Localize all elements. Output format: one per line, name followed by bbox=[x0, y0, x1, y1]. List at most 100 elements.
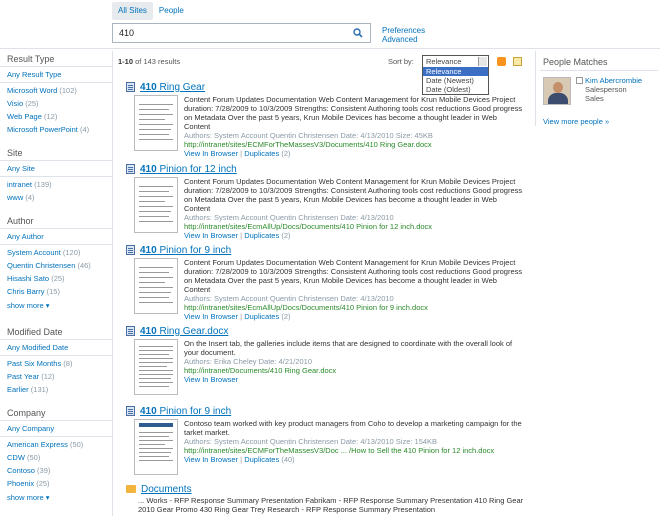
result-thumbnail[interactable] bbox=[134, 177, 178, 233]
search-input[interactable] bbox=[113, 24, 349, 42]
result-url[interactable]: http://intranet/sites/EcmAllUp/Docs/Docu… bbox=[184, 222, 524, 231]
refine-company: Company Any Company American Express (50… bbox=[0, 405, 112, 506]
result-url[interactable]: http://intranet/sites/ECMForTheMassesV3/… bbox=[184, 446, 524, 455]
view-in-browser-link[interactable]: View In Browser bbox=[184, 375, 238, 384]
refine-label: Chris Barry bbox=[7, 287, 45, 296]
result-thumbnail[interactable] bbox=[134, 258, 178, 314]
refine-item[interactable]: Phoenix (25) bbox=[0, 476, 112, 489]
sort-option-relevance[interactable]: Relevance bbox=[423, 67, 488, 76]
view-in-browser-link[interactable]: View In Browser bbox=[184, 231, 238, 240]
refine-item[interactable]: CDW (50) bbox=[0, 450, 112, 463]
person-name-link[interactable]: Kim Abercrombie bbox=[576, 76, 642, 85]
refine-label: Visio bbox=[7, 99, 24, 108]
refine-item[interactable]: Visio (25) bbox=[0, 96, 112, 109]
result-header: 410 Ring Gear bbox=[126, 81, 526, 93]
duplicates-link[interactable]: Duplicates bbox=[244, 312, 279, 321]
person-role: Salesperson bbox=[585, 85, 627, 94]
top-bar: All Sites People Preferences Advanced bbox=[0, 0, 660, 50]
refine-item[interactable]: intranet (139) bbox=[0, 177, 112, 190]
result-body: Content Forum Updates Documentation Web … bbox=[184, 95, 524, 158]
result-thumbnail[interactable] bbox=[134, 339, 178, 395]
refine-item[interactable]: Earlier (131) bbox=[0, 382, 112, 395]
view-in-browser-link[interactable]: View In Browser bbox=[184, 312, 238, 321]
search-button[interactable] bbox=[349, 24, 367, 42]
refine-item[interactable]: Chris Barry (15) bbox=[0, 284, 112, 297]
result-title-text: Pinion for 9 inch bbox=[156, 244, 232, 256]
refine-item[interactable]: Hisashi Sato (25) bbox=[0, 271, 112, 284]
result-meta: Authors: System Account Quentin Christen… bbox=[184, 437, 438, 446]
refine-item[interactable]: Past Six Months (8) bbox=[0, 356, 112, 369]
word-doc-icon bbox=[126, 326, 135, 336]
result-thumbnail[interactable] bbox=[134, 95, 178, 151]
result-header: 410 Ring Gear.docx bbox=[126, 325, 526, 337]
presence-checkbox[interactable] bbox=[576, 77, 583, 84]
refine-item[interactable]: System Account (120) bbox=[0, 245, 112, 258]
refine-count: (46) bbox=[77, 261, 91, 270]
refine-item[interactable]: www (4) bbox=[0, 190, 112, 203]
refine-label: Phoenix bbox=[7, 479, 35, 488]
show-more-authors[interactable]: show more ▾ bbox=[0, 297, 112, 314]
refine-label: Earlier bbox=[7, 385, 29, 394]
result-title-link[interactable]: 410 Pinion for 9 inch bbox=[140, 245, 231, 256]
avatar[interactable] bbox=[543, 77, 571, 105]
refine-any-modified-date[interactable]: Any Modified Date bbox=[0, 340, 112, 356]
result-url[interactable]: http://intranet/Documents/410 Ring Gear.… bbox=[184, 366, 524, 375]
refine-label: Contoso bbox=[7, 466, 35, 475]
refine-count: (4) bbox=[79, 125, 90, 134]
result-title-highlight: 410 bbox=[140, 405, 157, 417]
sort-selected[interactable]: Relevance bbox=[423, 56, 488, 67]
refine-item[interactable]: American Express (50) bbox=[0, 437, 112, 450]
result-actions: View In Browser | Duplicates (2) bbox=[184, 312, 291, 321]
result-title-link[interactable]: Documents bbox=[141, 484, 192, 495]
refine-label: Microsoft PowerPoint bbox=[7, 125, 78, 134]
result-title-link[interactable]: 410 Pinion for 12 inch bbox=[140, 164, 237, 175]
refine-author: Author Any Author System Account (120) Q… bbox=[0, 213, 112, 314]
search-result: 410 Pinion for 12 inch Content Forum Upd… bbox=[126, 163, 526, 240]
people-matches-title: People Matches bbox=[540, 51, 658, 71]
result-header: 410 Pinion for 9 inch bbox=[126, 405, 526, 417]
alert-icon[interactable] bbox=[513, 57, 522, 66]
advanced-link[interactable]: Advanced bbox=[382, 35, 425, 44]
chevron-down-icon: ▾ bbox=[45, 301, 50, 310]
refine-count: (139) bbox=[34, 180, 52, 189]
preferences-link[interactable]: Preferences bbox=[382, 26, 425, 35]
word-doc-icon bbox=[126, 82, 135, 92]
result-header: 410 Pinion for 12 inch bbox=[126, 163, 526, 175]
duplicates-link[interactable]: Duplicates bbox=[244, 231, 279, 240]
refine-item[interactable]: Web Page (12) bbox=[0, 109, 112, 122]
result-title-link[interactable]: 410 Pinion for 9 inch bbox=[140, 406, 231, 417]
result-title-link[interactable]: 410 Ring Gear bbox=[140, 82, 205, 93]
result-title-link[interactable]: 410 Ring Gear.docx bbox=[140, 326, 228, 337]
view-in-browser-link[interactable]: View In Browser bbox=[184, 455, 238, 464]
show-more-companies[interactable]: show more ▾ bbox=[0, 489, 112, 506]
result-count: 1-10 of 143 results bbox=[118, 57, 180, 66]
refine-item[interactable]: Quentin Christensen (46) bbox=[0, 258, 112, 271]
refine-item[interactable]: Past Year (12) bbox=[0, 369, 112, 382]
result-body: Contoso team worked with key product man… bbox=[184, 419, 524, 464]
refine-item[interactable]: Microsoft PowerPoint (4) bbox=[0, 122, 112, 135]
duplicates-link[interactable]: Duplicates bbox=[244, 455, 279, 464]
refine-any-company[interactable]: Any Company bbox=[0, 421, 112, 437]
result-title-highlight: 410 bbox=[140, 244, 157, 256]
rss-icon[interactable] bbox=[497, 57, 506, 66]
refine-any-author[interactable]: Any Author bbox=[0, 229, 112, 245]
refine-item[interactable]: Microsoft Word (102) bbox=[0, 83, 112, 96]
duplicates-link[interactable]: Duplicates bbox=[244, 149, 279, 158]
result-thumbnail[interactable] bbox=[134, 419, 178, 475]
refine-any-result-type[interactable]: Any Result Type bbox=[0, 67, 112, 83]
result-total: of 143 results bbox=[135, 57, 181, 66]
refine-any-site[interactable]: Any Site bbox=[0, 161, 112, 177]
refine-label: Past Year bbox=[7, 372, 40, 381]
view-in-browser-link[interactable]: View In Browser bbox=[184, 149, 238, 158]
scope-people[interactable]: People bbox=[153, 2, 190, 20]
scope-all-sites[interactable]: All Sites bbox=[112, 2, 153, 20]
result-title-text: Ring Gear.docx bbox=[156, 325, 229, 337]
result-url[interactable]: http://intranet/sites/EcmAllUp/Docs/Docu… bbox=[184, 303, 524, 312]
view-more-people-link[interactable]: View more people » bbox=[540, 111, 658, 132]
refine-label: www bbox=[7, 193, 24, 202]
person-department: Sales bbox=[585, 94, 604, 103]
duplicates-count: (2) bbox=[281, 312, 291, 321]
result-title-text: Documents bbox=[141, 483, 192, 495]
refine-item[interactable]: Contoso (39) bbox=[0, 463, 112, 476]
result-url[interactable]: http://intranet/sites/ECMForTheMassesV3/… bbox=[184, 140, 524, 149]
